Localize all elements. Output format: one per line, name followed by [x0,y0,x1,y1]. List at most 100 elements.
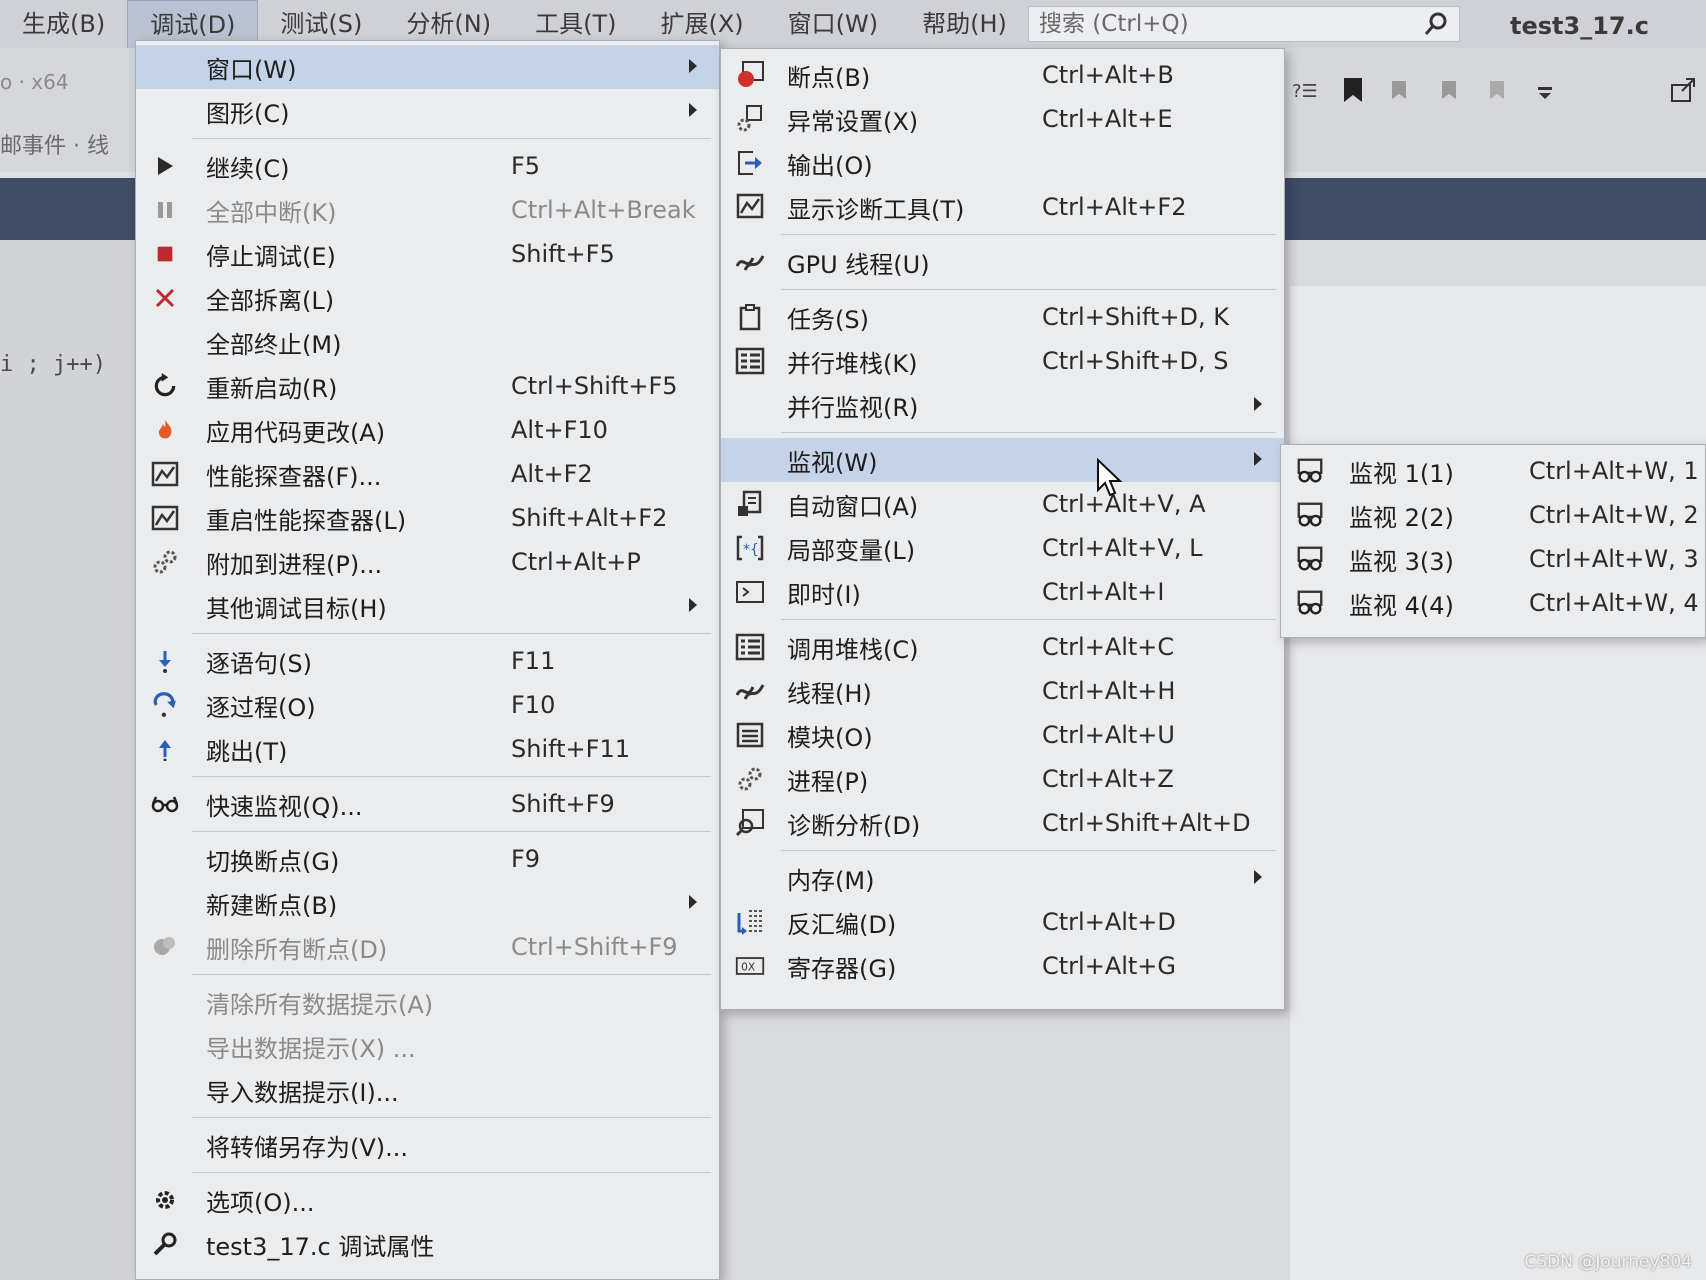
debug-menu-item-4[interactable]: 全部中断(K) Ctrl+Alt+Break [136,188,719,232]
profiler-icon [150,503,180,533]
exception-icon [735,104,765,134]
window-submenu-item-3[interactable]: 显示诊断工具(T) Ctrl+Alt+F2 [721,185,1284,229]
debug-menu-item-32[interactable]: test3_17.c 调试属性 [136,1222,719,1266]
debug-menu-item-3[interactable]: 继续(C) F5 [136,144,719,188]
debug-menu-item-1[interactable]: 图形(C) [136,89,719,133]
debug-menu-item-shortcut: Ctrl+Shift+F9 [511,933,678,961]
window-submenu-item-7[interactable]: 任务(S) Ctrl+Shift+D, K [721,295,1284,339]
prev-bookmark-icon[interactable] [1386,75,1416,105]
search-input[interactable]: 搜索 (Ctrl+Q) [1028,6,1460,42]
window-submenu-separator [781,432,1276,433]
debug-menu-item-15[interactable]: 逐语句(S) F11 [136,639,719,683]
window-submenu-item-label: 即时(I) [787,580,861,609]
window-submenu-item-19[interactable]: 进程(P) Ctrl+Alt+Z [721,757,1284,801]
next-bookmark-icon[interactable] [1434,75,1464,105]
window-submenu-item-23[interactable]: 反汇编(D) Ctrl+Alt+D [721,900,1284,944]
menubar-item-7[interactable]: 帮助(H) [900,0,1029,48]
icon-placeholder [150,844,180,874]
window-submenu-item-22[interactable]: 内存(M) [721,856,1284,900]
clear-bookmarks-icon[interactable] [1482,75,1512,105]
debug-menu-item-31[interactable]: 选项(O)... [136,1178,719,1222]
window-submenu-item-shortcut: Ctrl+Alt+U [1042,721,1175,749]
watch-submenu-item-0[interactable]: 监视 1(1) Ctrl+Alt+W, 1 [1281,449,1705,493]
delete-breakpoints-icon [150,932,180,962]
icon-placeholder [150,1130,180,1160]
debug-menu-item-13[interactable]: 其他调试目标(H) [136,584,719,628]
output-icon [735,148,765,178]
comment-icon[interactable]: ?☰ [1290,75,1320,105]
window-submenu-item-label: 并行监视(R) [787,393,919,422]
events-combo[interactable]: 邮事件 · 线 [0,128,109,160]
debug-menu-separator [192,633,711,634]
debug-menu-item-label: 重新启动(R) [206,374,338,403]
window-submenu-item-label: 诊断分析(D) [787,811,921,840]
window-submenu-item-16[interactable]: 调用堆栈(C) Ctrl+Alt+C [721,625,1284,669]
debug-menu-item-11[interactable]: 重启性能探查器(L) Shift+Alt+F2 [136,496,719,540]
window-submenu-item-24[interactable]: 0X 寄存器(G) Ctrl+Alt+G [721,944,1284,988]
debug-menu-item-8[interactable]: 重新启动(R) Ctrl+Shift+F5 [136,364,719,408]
window-submenu-item-1[interactable]: 异常设置(X) Ctrl+Alt+E [721,97,1284,141]
debug-menu-item-shortcut: F9 [511,845,541,873]
window-submenu-item-12[interactable]: 自动窗口(A) Ctrl+Alt+V, A [721,482,1284,526]
watch-submenu-item-1[interactable]: 监视 2(2) Ctrl+Alt+W, 2 [1281,493,1705,537]
window-submenu-item-18[interactable]: 模块(O) Ctrl+Alt+U [721,713,1284,757]
watch-submenu-item-3[interactable]: 监视 4(4) Ctrl+Alt+W, 4 [1281,581,1705,625]
watch-icon [1295,588,1325,618]
window-submenu-item-20[interactable]: 诊断分析(D) Ctrl+Shift+Alt+D [721,801,1284,845]
debug-menu-separator [192,1117,711,1118]
debug-menu-item-23[interactable]: 删除所有断点(D) Ctrl+Shift+F9 [136,925,719,969]
debug-menu-item-25[interactable]: 清除所有数据提示(A) [136,980,719,1024]
debug-menu-item-19[interactable]: 快速监视(Q)... Shift+F9 [136,782,719,826]
debug-menu-item-27[interactable]: 导入数据提示(I)... [136,1068,719,1112]
icon-placeholder [150,591,180,621]
debug-menu-item-17[interactable]: 跳出(T) Shift+F11 [136,727,719,771]
diagnostic-analysis-icon [735,808,765,838]
debug-menu-item-16[interactable]: 逐过程(O) F10 [136,683,719,727]
debug-menu-item-0[interactable]: 窗口(W) [136,45,719,89]
debug-menu-item-label: 清除所有数据提示(A) [206,990,434,1019]
window-submenu-item-8[interactable]: 并行堆栈(K) Ctrl+Shift+D, S [721,339,1284,383]
debug-menu-item-26[interactable]: 导出数据提示(X) ... [136,1024,719,1068]
debug-menu-item-label: test3_17.c 调试属性 [206,1232,435,1261]
debug-menu-item-29[interactable]: 将转储另存为(V)... [136,1123,719,1167]
profiler-icon [150,459,180,489]
tasks-icon [735,302,765,332]
window-submenu-item-shortcut: Ctrl+Shift+Alt+D [1042,809,1251,837]
debug-menu-item-9[interactable]: 应用代码更改(A) Alt+F10 [136,408,719,452]
overflow-icon[interactable] [1530,75,1560,105]
debug-menu-item-shortcut: F11 [511,647,556,675]
window-submenu-item-13[interactable]: *{局部变量(L) Ctrl+Alt+V, L [721,526,1284,570]
debug-menu-item-label: 逐过程(O) [206,693,316,722]
window-submenu-item-17[interactable]: 线程(H) Ctrl+Alt+H [721,669,1284,713]
debug-menu-item-label: 切换断点(G) [206,847,340,876]
window-submenu-item-14[interactable]: 即时(I) Ctrl+Alt+I [721,570,1284,614]
window-submenu-item-9[interactable]: 并行监视(R) [721,383,1284,427]
window-submenu-item-5[interactable]: GPU 线程(U) [721,240,1284,284]
debug-menu-item-6[interactable]: 全部拆离(L) [136,276,719,320]
window-submenu-item-shortcut: Ctrl+Alt+G [1042,952,1177,980]
debug-menu-item-shortcut: Shift+F9 [511,790,615,818]
debug-menu-item-21[interactable]: 切换断点(G) F9 [136,837,719,881]
watch-submenu-item-2[interactable]: 监视 3(3) Ctrl+Alt+W, 3 [1281,537,1705,581]
menubar-item-6[interactable]: 窗口(W) [766,0,900,48]
watch-submenu-item-shortcut: Ctrl+Alt+W, 2 [1529,501,1699,529]
window-submenu-item-shortcut: Ctrl+Alt+D [1042,908,1176,936]
window-submenu-item-0[interactable]: 断点(B) Ctrl+Alt+B [721,53,1284,97]
debug-menu-item-7[interactable]: 全部终止(M) [136,320,719,364]
debug-menu-item-12[interactable]: 附加到进程(P)... Ctrl+Alt+P [136,540,719,584]
debug-menu-item-22[interactable]: 新建断点(B) [136,881,719,925]
gear-icon [150,1185,180,1215]
window-submenu-item-11[interactable]: 监视(W) [721,438,1284,482]
menubar-item-0[interactable]: 生成(B) [0,0,127,48]
window-submenu-item-2[interactable]: 输出(O) [721,141,1284,185]
debug-menu-item-10[interactable]: 性能探查器(F)... Alt+F2 [136,452,719,496]
debug-menu-item-shortcut: Shift+F5 [511,240,615,268]
bookmark-icon[interactable] [1338,75,1368,105]
debug-menu-item-5[interactable]: 停止调试(E) Shift+F5 [136,232,719,276]
immediate-icon [735,577,765,607]
debug-menu-item-label: 全部中断(K) [206,198,337,227]
platform-combo[interactable]: o · x64 [0,70,69,94]
share-icon[interactable] [1668,75,1698,105]
parallel-stacks-icon [735,346,765,376]
debug-menu-item-label: 导入数据提示(I)... [206,1078,399,1107]
